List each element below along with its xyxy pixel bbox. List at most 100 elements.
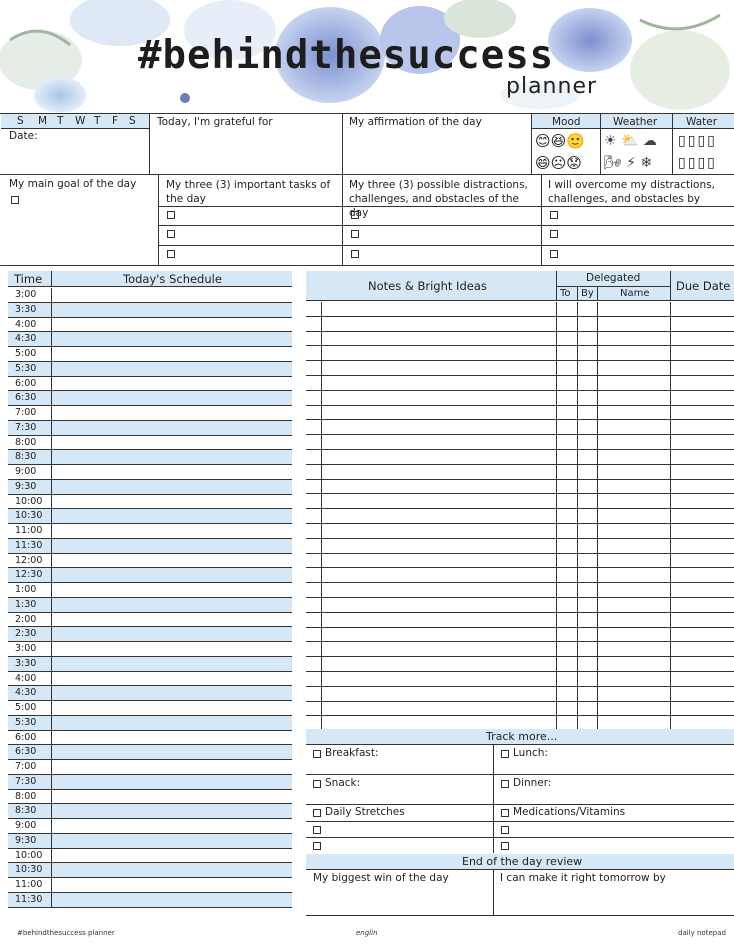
day-wed[interactable]: W — [75, 115, 85, 127]
water-bottle-icon[interactable]: ▯ — [707, 133, 717, 149]
day-tue[interactable]: T — [57, 115, 63, 127]
notes-row[interactable] — [306, 642, 734, 658]
notes-row[interactable] — [306, 509, 734, 524]
distraction-checkbox[interactable] — [351, 230, 359, 238]
notes-row[interactable] — [306, 701, 734, 717]
notes-row[interactable] — [306, 405, 734, 421]
schedule-row[interactable]: 4:00 — [8, 317, 292, 333]
notes-row[interactable] — [306, 612, 734, 628]
notes-row[interactable] — [306, 316, 734, 332]
notes-row[interactable] — [306, 361, 734, 376]
notes-row[interactable] — [306, 568, 734, 584]
snowflake-icon[interactable]: ❄ — [641, 155, 653, 171]
schedule-row[interactable]: 8:30 — [8, 804, 292, 819]
partly-cloudy-icon[interactable]: ⛅ — [621, 133, 638, 149]
schedule-row[interactable]: 7:30 — [8, 774, 292, 790]
notes-row[interactable] — [306, 627, 734, 643]
schedule-row[interactable]: 1:30 — [8, 597, 292, 613]
schedule-row[interactable]: 5:30 — [8, 361, 292, 377]
schedule-row[interactable]: 5:00 — [8, 347, 292, 362]
notes-row[interactable] — [306, 583, 734, 598]
schedule-row[interactable]: 10:30 — [8, 509, 292, 524]
notes-row[interactable] — [306, 494, 734, 510]
notes-row[interactable] — [306, 657, 734, 672]
notes-row[interactable] — [306, 538, 734, 554]
schedule-row[interactable]: 5:00 — [8, 701, 292, 716]
schedule-row[interactable]: 10:00 — [8, 848, 292, 864]
lightning-icon[interactable]: ⚡ — [626, 155, 636, 171]
schedule-row[interactable]: 7:00 — [8, 406, 292, 421]
notes-row[interactable] — [306, 686, 734, 702]
schedule-row[interactable]: 4:00 — [8, 671, 292, 687]
schedule-row[interactable]: 10:00 — [8, 494, 292, 510]
schedule-row[interactable]: 10:30 — [8, 863, 292, 878]
distraction-checkbox[interactable] — [351, 211, 359, 219]
schedule-row[interactable]: 12:30 — [8, 568, 292, 583]
schedule-row[interactable]: 9:00 — [8, 465, 292, 480]
water-bottle-icon[interactable]: ▯ — [697, 133, 707, 149]
overcome-checkbox[interactable] — [550, 250, 558, 258]
schedule-row[interactable]: 3:30 — [8, 656, 292, 672]
sun-icon[interactable]: ☀ — [604, 133, 617, 149]
schedule-row[interactable]: 9:00 — [8, 819, 292, 834]
notes-row[interactable] — [306, 302, 734, 317]
schedule-row[interactable]: 9:30 — [8, 833, 292, 849]
schedule-row[interactable]: 11:30 — [8, 892, 292, 908]
notes-row[interactable] — [306, 672, 734, 687]
schedule-row[interactable]: 3:00 — [8, 288, 292, 303]
overcome-checkbox[interactable] — [550, 211, 558, 219]
schedule-row[interactable]: 2:00 — [8, 612, 292, 628]
extra-checkbox[interactable] — [501, 826, 509, 834]
water-bottle-icon[interactable]: ▯ — [697, 155, 707, 171]
schedule-row[interactable]: 7:00 — [8, 760, 292, 775]
laughing-face-icon[interactable]: 😆 — [551, 132, 567, 150]
water-bottle-icon[interactable]: ▯ — [688, 133, 698, 149]
snack-checkbox[interactable] — [313, 780, 321, 788]
notes-row[interactable] — [306, 420, 734, 436]
day-sat[interactable]: S — [129, 115, 136, 127]
schedule-row[interactable]: 3:30 — [8, 302, 292, 318]
notes-row[interactable] — [306, 524, 734, 539]
schedule-row[interactable]: 8:00 — [8, 435, 292, 451]
day-mon[interactable]: M — [38, 115, 47, 127]
stretches-checkbox[interactable] — [313, 809, 321, 817]
distraction-checkbox[interactable] — [351, 250, 359, 258]
task-checkbox[interactable] — [167, 211, 175, 219]
main-goal-checkbox[interactable] — [11, 196, 19, 204]
notes-row[interactable] — [306, 450, 734, 465]
task-checkbox[interactable] — [167, 250, 175, 258]
happy-face-icon[interactable]: 😊 — [535, 132, 551, 150]
day-fri[interactable]: F — [112, 115, 118, 127]
schedule-row[interactable]: 3:00 — [8, 642, 292, 657]
worried-face-icon[interactable]: 😟 — [566, 154, 582, 172]
notes-row[interactable] — [306, 390, 734, 406]
schedule-row[interactable]: 11:00 — [8, 878, 292, 893]
schedule-row[interactable]: 1:00 — [8, 583, 292, 598]
schedule-row[interactable]: 12:00 — [8, 553, 292, 569]
schedule-row[interactable]: 9:30 — [8, 479, 292, 495]
dinner-checkbox[interactable] — [501, 780, 509, 788]
notes-row[interactable] — [306, 346, 734, 362]
schedule-row[interactable]: 6:00 — [8, 730, 292, 746]
schedule-row[interactable]: 4:30 — [8, 332, 292, 347]
notes-row[interactable] — [306, 479, 734, 495]
smile-face-icon[interactable]: 🙂 — [566, 132, 585, 150]
schedule-row[interactable]: 6:30 — [8, 745, 292, 760]
schedule-row[interactable]: 11:30 — [8, 538, 292, 554]
extra-checkbox[interactable] — [313, 826, 321, 834]
sad-face-icon[interactable]: ☹ — [551, 154, 567, 172]
notes-row[interactable] — [306, 553, 734, 569]
notes-row[interactable] — [306, 376, 734, 391]
schedule-row[interactable]: 11:00 — [8, 524, 292, 539]
breakfast-checkbox[interactable] — [313, 750, 321, 758]
schedule-row[interactable]: 8:00 — [8, 789, 292, 805]
schedule-row[interactable]: 6:00 — [8, 376, 292, 392]
wind-icon[interactable]: 🌬 — [604, 155, 622, 171]
notes-row[interactable] — [306, 598, 734, 613]
schedule-row[interactable]: 7:30 — [8, 420, 292, 436]
lunch-checkbox[interactable] — [501, 750, 509, 758]
overcome-checkbox[interactable] — [550, 230, 558, 238]
extra-checkbox[interactable] — [313, 842, 321, 850]
cloud-icon[interactable]: ☁ — [643, 133, 657, 149]
notes-row[interactable] — [306, 435, 734, 450]
